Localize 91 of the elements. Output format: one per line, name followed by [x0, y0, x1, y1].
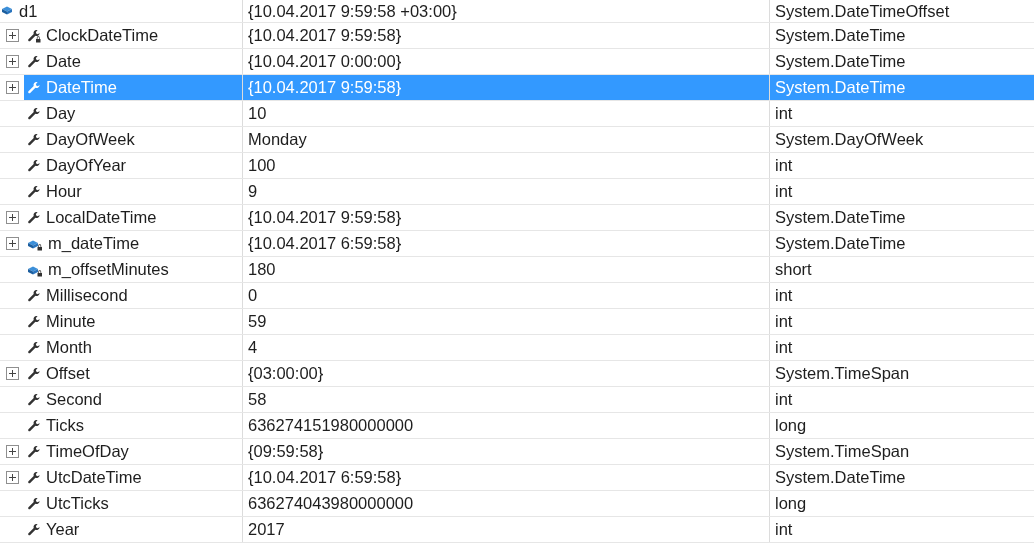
- variable-type: System.DateTime: [775, 233, 906, 255]
- expand-button[interactable]: [5, 471, 19, 484]
- variable-name: ClockDateTime: [46, 25, 159, 47]
- wrench-icon: [27, 106, 41, 121]
- variable-name: m_offsetMinutes: [48, 259, 169, 281]
- variable-name: Year: [46, 519, 80, 541]
- variable-value: {10.04.2017 0:00:00}: [248, 51, 402, 73]
- variable-value: {10.04.2017 9:59:58}: [248, 207, 402, 229]
- variable-name: Day: [46, 103, 76, 125]
- expand-button[interactable]: [5, 237, 19, 250]
- expand-button[interactable]: [5, 211, 19, 224]
- wrench-icon: [27, 158, 41, 173]
- wrench-icon: [27, 314, 41, 329]
- variable-type: int: [775, 285, 793, 307]
- variable-name: Offset: [46, 363, 90, 385]
- variable-type: int: [775, 389, 793, 411]
- variable-type: System.DateTime: [775, 207, 906, 229]
- variable-name: m_dateTime: [48, 233, 140, 255]
- variable-value: 636274151980000000: [248, 415, 414, 437]
- variable-type: System.DayOfWeek: [775, 129, 924, 151]
- expand-button[interactable]: [5, 445, 19, 458]
- variable-value: {09:59:58}: [248, 441, 324, 463]
- wrench-icon: [27, 444, 41, 459]
- variable-type: short: [775, 259, 812, 281]
- variable-type: System.DateTimeOffset: [775, 0, 950, 22]
- variable-name: Minute: [46, 311, 96, 333]
- wrench-icon: [27, 132, 41, 147]
- variable-value: 59: [248, 311, 267, 333]
- variable-name: DateTime: [46, 77, 117, 99]
- wrench-icon: [27, 522, 41, 537]
- variable-name: UtcDateTime: [46, 467, 142, 489]
- cube-icon: [2, 6, 14, 16]
- wrench-icon: [27, 392, 41, 407]
- variable-type: System.DateTime: [775, 25, 906, 47]
- variable-type: int: [775, 519, 793, 541]
- wrench-icon: [27, 210, 41, 225]
- expand-button[interactable]: [5, 55, 19, 68]
- variable-value: 10: [248, 103, 267, 125]
- variable-value: {10.04.2017 9:59:58 +03:00}: [248, 0, 457, 22]
- selected-row-highlight[interactable]: DateTime: [24, 75, 242, 100]
- variable-type: int: [775, 103, 793, 125]
- variable-name: Date: [46, 51, 81, 73]
- variable-name: Second: [46, 389, 102, 411]
- variable-value: 0: [248, 285, 258, 307]
- variable-value: 58: [248, 389, 267, 411]
- variable-type: System.DateTime: [775, 467, 906, 489]
- variable-value: 100: [248, 155, 276, 177]
- variable-type: long: [775, 415, 807, 437]
- variable-name: LocalDateTime: [46, 207, 157, 229]
- variable-name: DayOfWeek: [46, 129, 135, 151]
- variable-value: {10.04.2017 9:59:58}: [248, 77, 402, 99]
- expand-button[interactable]: [5, 29, 19, 42]
- variable-value: 2017: [248, 519, 285, 541]
- variable-name: d1: [19, 0, 38, 22]
- variable-name: DayOfYear: [46, 155, 127, 177]
- variable-name: Ticks: [46, 415, 84, 437]
- wrench-icon: [27, 470, 41, 485]
- variable-value: {10.04.2017 6:59:58}: [248, 233, 402, 255]
- wrench-icon: [27, 54, 41, 69]
- variable-value: {10.04.2017 6:59:58}: [248, 467, 402, 489]
- variable-value: {10.04.2017 9:59:58}: [248, 25, 402, 47]
- variable-type: int: [775, 311, 793, 333]
- variable-value: {03:00:00}: [248, 363, 324, 385]
- wrench-icon: [27, 418, 41, 433]
- expand-button[interactable]: [5, 367, 19, 380]
- wrench-icon: [27, 366, 41, 381]
- variable-value: 180: [248, 259, 276, 281]
- variable-name: Month: [46, 337, 92, 359]
- wrench-icon: [27, 184, 41, 199]
- expand-button[interactable]: [5, 81, 19, 94]
- wrench-icon: [27, 340, 41, 355]
- wrench-icon: [27, 80, 41, 95]
- variable-type: int: [775, 337, 793, 359]
- variable-type: int: [775, 155, 793, 177]
- variable-type: System.TimeSpan: [775, 363, 910, 385]
- variable-value: Monday: [248, 129, 307, 151]
- variable-name: TimeOfDay: [46, 441, 129, 463]
- variable-value: 9: [248, 181, 258, 203]
- variable-type: System.DateTime: [775, 77, 906, 99]
- variable-type: System.TimeSpan: [775, 441, 910, 463]
- variable-type: int: [775, 181, 793, 203]
- variable-type: long: [775, 493, 807, 515]
- wrench-icon: [27, 288, 41, 303]
- variable-name: UtcTicks: [46, 493, 109, 515]
- wrench-icon: [27, 496, 41, 511]
- variable-value: 4: [248, 337, 258, 359]
- wrench-lock-icon: [27, 28, 41, 43]
- variable-value: 636274043980000000: [248, 493, 414, 515]
- variable-name: Millisecond: [46, 285, 128, 307]
- variable-type: System.DateTime: [775, 51, 906, 73]
- variable-name: Hour: [46, 181, 82, 203]
